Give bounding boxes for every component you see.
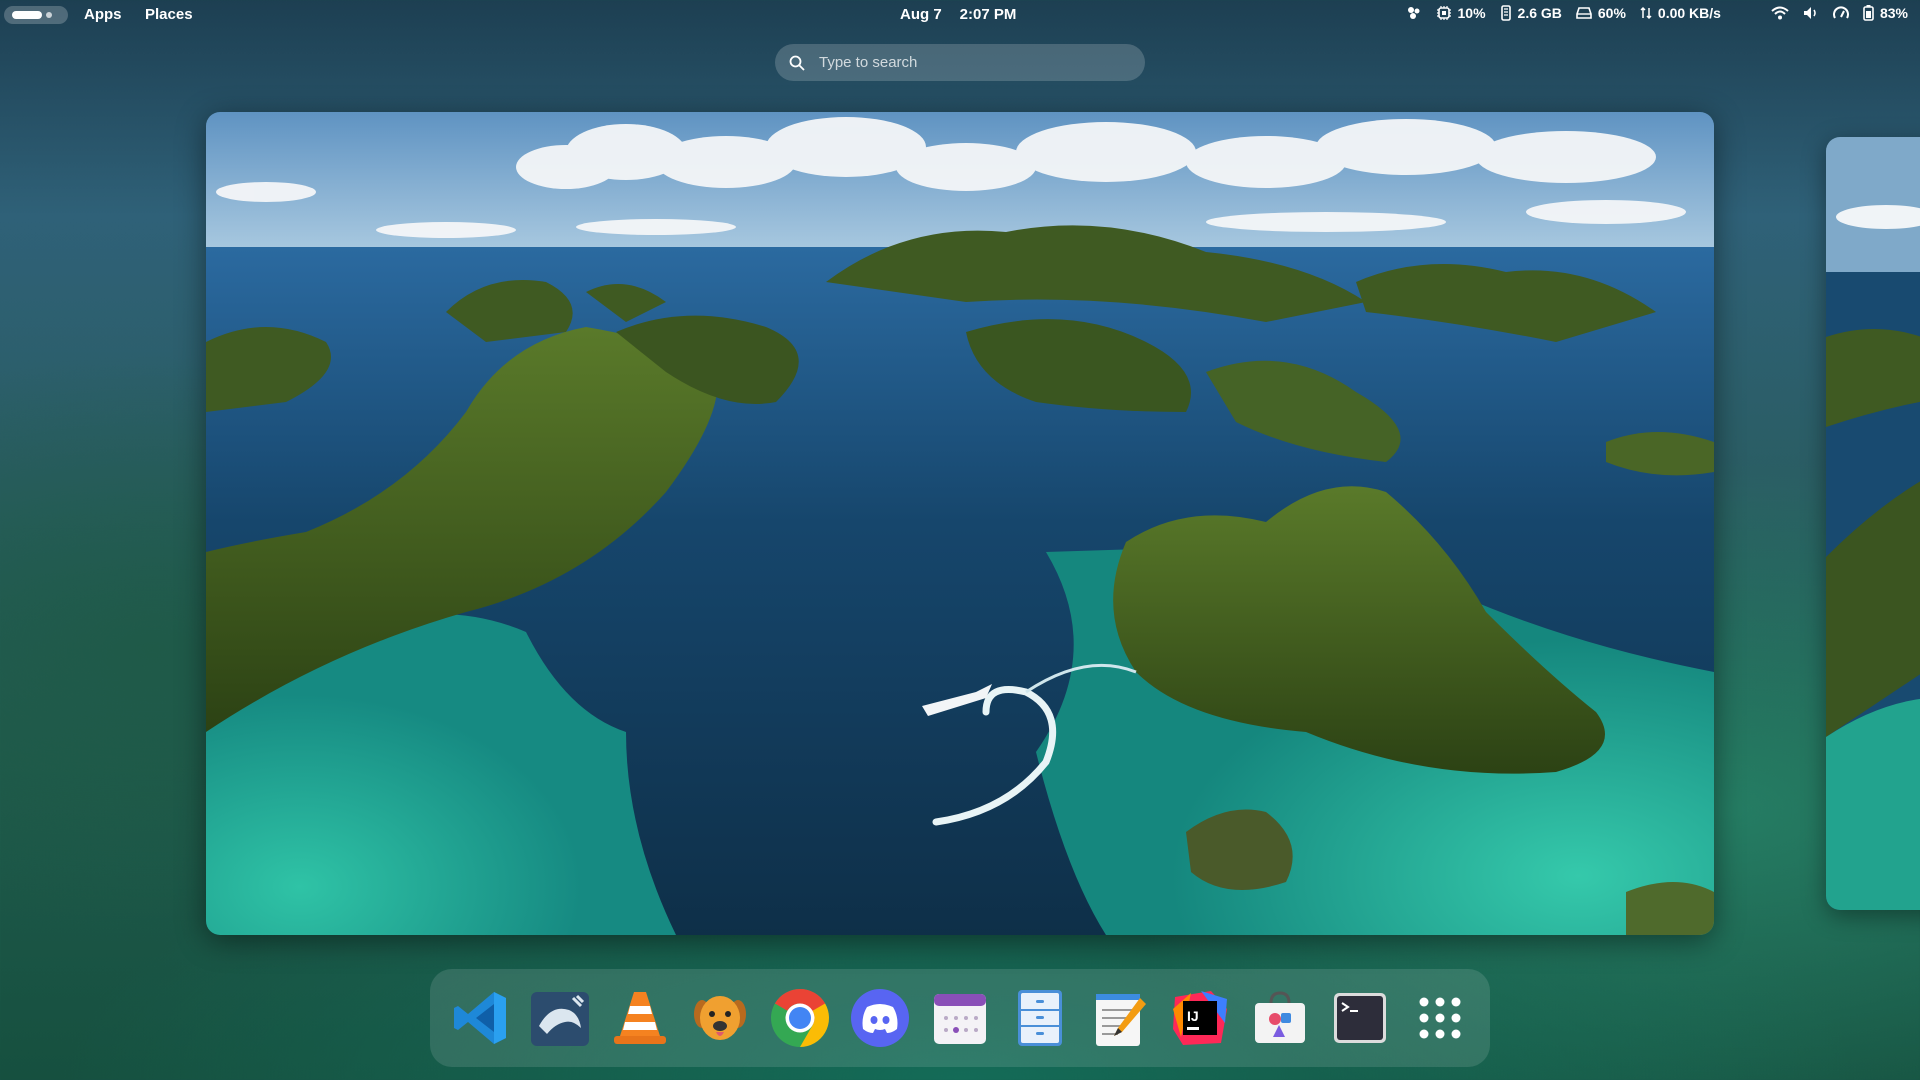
- file-cabinet-icon: [1018, 990, 1062, 1046]
- svg-text:IJ: IJ: [1187, 1008, 1199, 1024]
- dock-app-dog[interactable]: [688, 986, 752, 1050]
- dock-app-calendar[interactable]: [928, 986, 992, 1050]
- dock-app-vscode[interactable]: [448, 986, 512, 1050]
- dock-app-discord[interactable]: [848, 986, 912, 1050]
- battery-value: 83%: [1879, 5, 1908, 21]
- vscode-icon: [454, 992, 506, 1044]
- volume-icon[interactable]: [1803, 6, 1819, 20]
- dock-app-software-store[interactable]: [1248, 986, 1312, 1050]
- places-menu[interactable]: Places: [145, 6, 193, 23]
- search-bar[interactable]: [775, 44, 1145, 81]
- workspace-thumbnail-next[interactable]: [1826, 137, 1920, 910]
- dock-app-file-cabinet[interactable]: [1008, 986, 1072, 1050]
- mysql-workbench-icon: [531, 992, 589, 1046]
- search-icon: [789, 55, 805, 71]
- workspace-indicator-active: [12, 11, 42, 19]
- disk-indicator[interactable]: 60%: [1576, 5, 1626, 21]
- dock-app-intellij-idea[interactable]: IJ: [1168, 986, 1232, 1050]
- clock-date: Aug 7: [900, 6, 942, 23]
- dog-app-icon: [694, 996, 746, 1040]
- calendar-icon: [934, 994, 986, 1044]
- app-grid-icon: [1419, 997, 1461, 1039]
- dock-app-terminal[interactable]: [1328, 986, 1392, 1050]
- up-down-arrows-icon: [1640, 6, 1652, 20]
- terminal-icon: [1334, 993, 1386, 1043]
- activities-button[interactable]: [4, 6, 68, 24]
- workspace-indicator-dot: [46, 12, 52, 18]
- text-editor-icon: [1096, 994, 1146, 1046]
- clock-time: 2:07 PM: [959, 6, 1017, 23]
- disk-icon: [1576, 7, 1592, 19]
- top-bar: Apps Places Aug 7 2:07 PM 10% 2.6 GB 60%…: [0, 0, 1920, 30]
- dock-app-chrome[interactable]: [768, 986, 832, 1050]
- cpu-indicator[interactable]: 10%: [1436, 5, 1486, 21]
- memory-value: 2.6 GB: [1517, 5, 1562, 21]
- intellij-idea-icon: IJ: [1173, 991, 1227, 1045]
- battery-indicator[interactable]: 83%: [1863, 5, 1908, 21]
- vlc-icon: [614, 992, 666, 1044]
- chrome-icon: [771, 989, 829, 1047]
- wallpaper-islands-image: [1826, 137, 1920, 910]
- dock-show-apps[interactable]: [1408, 986, 1472, 1050]
- search-input[interactable]: [817, 53, 1121, 72]
- network-speed-value: 0.00 KB/s: [1657, 5, 1721, 21]
- software-store-icon: [1255, 991, 1305, 1043]
- wifi-icon[interactable]: [1771, 6, 1789, 20]
- cpu-value: 10%: [1457, 5, 1486, 21]
- system-tray: 10% 2.6 GB 60% 0.00 KB/s 83%: [1406, 5, 1908, 21]
- wallpaper-islands-image: [206, 112, 1714, 935]
- clock[interactable]: Aug 7 2:07 PM: [900, 6, 1016, 23]
- battery-icon: [1863, 5, 1874, 21]
- apps-menu[interactable]: Apps: [84, 6, 122, 23]
- memory-icon: [1500, 5, 1511, 21]
- dock-app-text-editor[interactable]: [1088, 986, 1152, 1050]
- dock: IJ: [430, 969, 1490, 1067]
- dock-app-vlc[interactable]: [608, 986, 672, 1050]
- discord-icon: [851, 989, 909, 1047]
- cpu-icon: [1436, 6, 1451, 20]
- power-profile-icon[interactable]: [1832, 6, 1849, 20]
- memory-indicator[interactable]: 2.6 GB: [1500, 5, 1562, 21]
- extension-icon[interactable]: [1406, 5, 1422, 21]
- disk-value: 60%: [1597, 5, 1626, 21]
- network-speed-indicator[interactable]: 0.00 KB/s: [1640, 5, 1721, 21]
- dock-app-mysql-workbench[interactable]: [528, 986, 592, 1050]
- workspace-thumbnail-current[interactable]: [206, 112, 1714, 935]
